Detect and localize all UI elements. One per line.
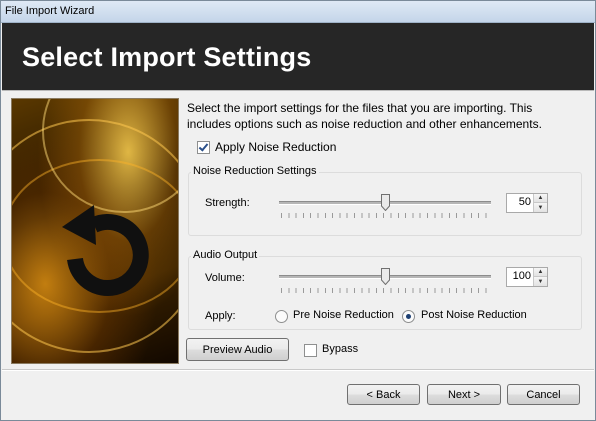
back-button[interactable]: < Back: [347, 384, 420, 405]
preview-audio-button[interactable]: Preview Audio: [186, 338, 289, 361]
refresh-arrow-icon: [62, 205, 149, 296]
spin-up-icon[interactable]: ▲: [534, 194, 547, 203]
window-title: File Import Wizard: [5, 5, 95, 17]
volume-slider-thumb[interactable]: [380, 268, 390, 285]
apply-noise-reduction-label: Apply Noise Reduction: [215, 140, 337, 154]
side-illustration: [11, 98, 179, 364]
header-banner: Select Import Settings: [2, 23, 594, 90]
page-title: Select Import Settings: [22, 42, 312, 72]
post-noise-reduction-radio[interactable]: [402, 310, 415, 323]
spin-down-icon[interactable]: ▼: [534, 203, 547, 212]
apply-label: Apply:: [205, 310, 236, 322]
footer-divider: [2, 369, 594, 371]
volume-spinbox[interactable]: 100 ▲ ▼: [506, 267, 548, 287]
strength-value: 50: [518, 196, 531, 208]
bypass-label: Bypass: [322, 343, 359, 355]
apply-noise-reduction-checkbox[interactable]: [197, 141, 210, 154]
volume-slider-ticks: [281, 288, 491, 293]
strength-slider-ticks: [281, 213, 491, 218]
noise-reduction-group-title: Noise Reduction Settings: [191, 165, 319, 177]
strength-spinbox[interactable]: 50 ▲ ▼: [506, 193, 548, 213]
strength-label: Strength:: [205, 197, 250, 209]
banner-divider: [2, 90, 594, 91]
volume-value: 100: [512, 270, 531, 282]
volume-spin-buttons: ▲ ▼: [533, 268, 547, 286]
intro-text: Select the import settings for the files…: [187, 101, 542, 131]
wizard-window: File Import Wizard Select Import Setting…: [0, 0, 596, 421]
title-bar: File Import Wizard: [1, 1, 595, 23]
spin-down-icon[interactable]: ▼: [534, 277, 547, 286]
cancel-button[interactable]: Cancel: [507, 384, 580, 405]
audio-output-group-title: Audio Output: [191, 249, 260, 261]
strength-spin-buttons: ▲ ▼: [533, 194, 547, 212]
post-noise-reduction-label: Post Noise Reduction: [421, 309, 527, 321]
pre-noise-reduction-label: Pre Noise Reduction: [293, 309, 394, 321]
pre-noise-reduction-radio[interactable]: [275, 310, 288, 323]
next-button[interactable]: Next >: [427, 384, 501, 405]
strength-slider-thumb[interactable]: [380, 194, 390, 211]
volume-label: Volume:: [205, 272, 245, 284]
bypass-checkbox[interactable]: [304, 344, 317, 357]
spin-up-icon[interactable]: ▲: [534, 268, 547, 277]
